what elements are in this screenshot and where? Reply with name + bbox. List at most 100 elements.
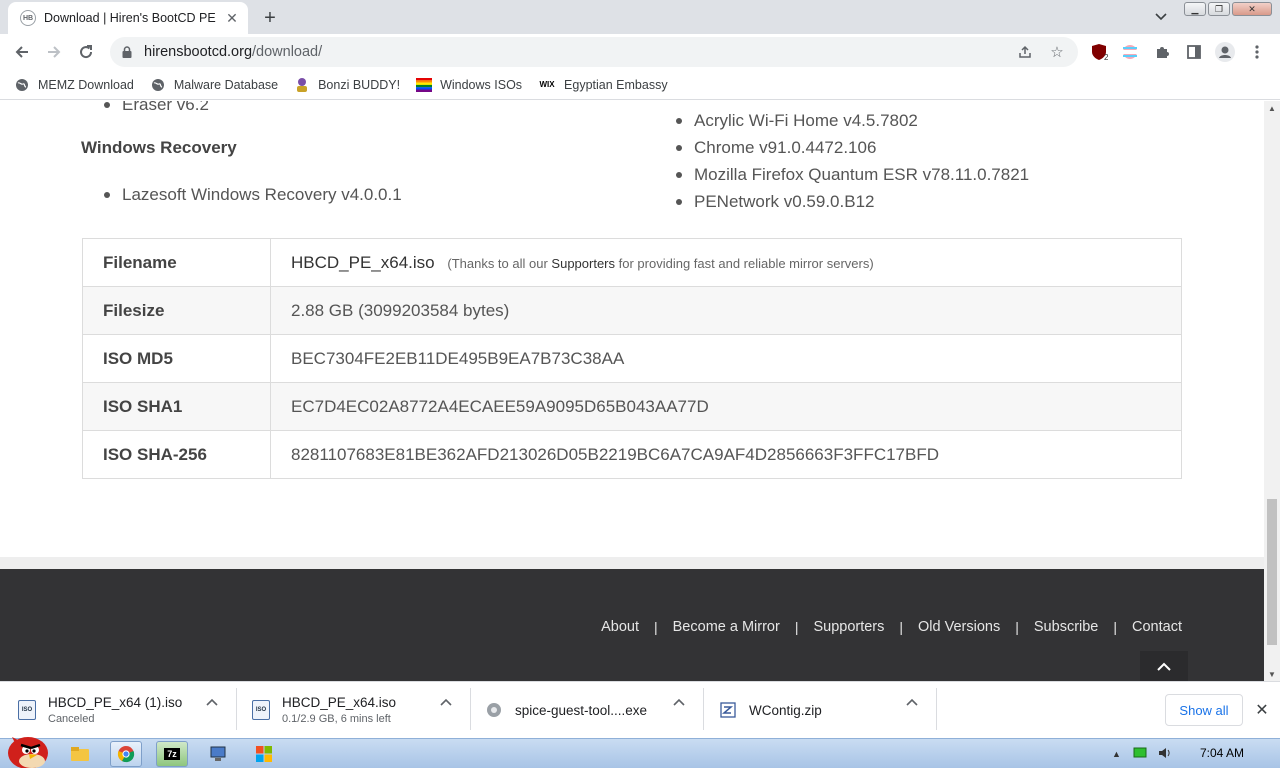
bookmark-memz[interactable]: MEMZ Download	[14, 77, 134, 93]
close-shelf-icon[interactable]: ✕	[1252, 700, 1272, 720]
lock-icon[interactable]	[122, 46, 132, 58]
bookmark-label: Windows ISOs	[440, 77, 523, 92]
show-hidden-icons-icon[interactable]: ▲	[1112, 749, 1121, 759]
page-viewport: Eraser v6.2 Windows Recovery Lazesoft Wi…	[0, 101, 1264, 681]
footer-separator: |	[1015, 619, 1019, 635]
list-item: PENetwork v0.59.0.B12	[676, 188, 1029, 215]
bookmark-malware-database[interactable]: Malware Database	[150, 77, 278, 93]
scroll-up-arrow-icon[interactable]: ▲	[1264, 101, 1280, 115]
page-scrollbar[interactable]: ▲ ▼	[1264, 101, 1280, 681]
new-tab-button[interactable]: +	[258, 6, 282, 30]
footer-divider	[0, 557, 1264, 569]
footer-link-supporters[interactable]: Supporters	[813, 619, 884, 635]
close-tab-icon[interactable]: ✕	[224, 10, 240, 26]
download-item[interactable]: spice-guest-tool....exe	[485, 690, 647, 730]
share-icon[interactable]	[1016, 43, 1034, 61]
show-all-downloads-button[interactable]: Show all	[1165, 694, 1243, 726]
filename-link[interactable]: HBCD_PE_x64.iso	[291, 253, 435, 272]
ublock-extension-icon[interactable]: 2	[1088, 41, 1110, 63]
close-window-button[interactable]: ✕	[1232, 2, 1272, 16]
iso-file-icon: ISO	[252, 700, 270, 720]
download-separator	[703, 688, 704, 730]
windows-taskbar: 7z ▲ 7:04 AM	[0, 737, 1280, 768]
bookmark-windows-isos[interactable]: Windows ISOs	[416, 77, 522, 93]
bookmark-label: Egyptian Embassy	[564, 77, 668, 92]
chrome-icon[interactable]	[110, 741, 142, 767]
address-bar[interactable]: hirensbootcd.org/download/ ☆	[110, 37, 1078, 67]
download-item[interactable]: ISO HBCD_PE_x64 (1).iso Canceled	[18, 690, 182, 730]
footer-link-subscribe[interactable]: Subscribe	[1034, 619, 1098, 635]
list-item: Chrome v91.0.4472.106	[676, 134, 1029, 161]
md5-label: ISO MD5	[82, 334, 271, 383]
hbcd-favicon-icon: HB	[20, 10, 36, 26]
volume-icon[interactable]	[1157, 746, 1171, 763]
download-separator	[936, 688, 937, 730]
bookmark-bonzi-buddy[interactable]: Bonzi BUDDY!	[294, 77, 400, 93]
table-row: Filesize 2.88 GB (3099203584 bytes)	[82, 286, 1182, 335]
system-tray: ▲	[1112, 743, 1171, 765]
download-options-chevron-icon[interactable]	[438, 694, 454, 710]
footer-link-become-a-mirror[interactable]: Become a Mirror	[673, 619, 780, 635]
back-button[interactable]	[8, 38, 36, 66]
footer-link-about[interactable]: About	[601, 619, 639, 635]
forward-button[interactable]	[40, 38, 68, 66]
globe-icon	[150, 77, 166, 93]
tab-title: Download | Hiren's BootCD PE	[44, 11, 216, 25]
reload-button[interactable]	[72, 38, 100, 66]
side-panel-icon[interactable]	[1183, 41, 1205, 63]
table-row: Filename HBCD_PE_x64.iso (Thanks to all …	[82, 238, 1182, 287]
chrome-menu-icon[interactable]	[1246, 41, 1268, 63]
restore-button[interactable]: ❐	[1208, 2, 1230, 16]
windows-app-icon[interactable]	[248, 741, 280, 767]
section-heading-windows-recovery: Windows Recovery	[81, 138, 237, 157]
thanks-note: (Thanks to all our Supporters for provid…	[447, 255, 874, 271]
supporters-link[interactable]: Supporters	[551, 256, 615, 271]
wix-icon: WIX	[539, 80, 555, 89]
back-to-top-button[interactable]	[1140, 651, 1188, 681]
taskbar-clock[interactable]: 7:04 AM	[1200, 746, 1244, 760]
tab-active[interactable]: HB Download | Hiren's BootCD PE ✕	[8, 2, 248, 34]
sha1-label: ISO SHA1	[82, 382, 271, 431]
scroll-down-arrow-icon[interactable]: ▼	[1264, 667, 1280, 681]
scrollbar-thumb[interactable]	[1267, 499, 1277, 645]
file-info-table: Filename HBCD_PE_x64.iso (Thanks to all …	[82, 238, 1182, 479]
list-item: Lazesoft Windows Recovery v4.0.0.1	[104, 181, 402, 208]
bookmark-egyptian-embassy[interactable]: WIX Egyptian Embassy	[538, 77, 668, 93]
download-options-chevron-icon[interactable]	[671, 694, 687, 710]
footer-link-contact[interactable]: Contact	[1132, 619, 1182, 635]
tab-search-chevron-icon[interactable]	[1150, 6, 1172, 28]
bookmark-star-icon[interactable]: ☆	[1048, 43, 1066, 61]
download-separator	[236, 688, 237, 730]
footer-link-old-versions[interactable]: Old Versions	[918, 619, 1000, 635]
exe-file-icon	[485, 701, 503, 719]
globe-icon	[14, 77, 30, 93]
minimize-button[interactable]: ▁	[1184, 2, 1206, 16]
download-name: WContig.zip	[749, 702, 822, 718]
profile-avatar-icon[interactable]	[1214, 41, 1236, 63]
site-footer: About | Become a Mirror | Supporters | O…	[0, 569, 1264, 681]
filesize-label: Filesize	[82, 286, 271, 335]
bookmark-label: Malware Database	[173, 77, 279, 92]
svg-text:2: 2	[1104, 53, 1108, 61]
footer-separator: |	[794, 619, 799, 635]
download-status: 0.1/2.9 GB, 6 mins left	[282, 713, 391, 725]
download-item[interactable]: ISO HBCD_PE_x64.iso 0.1/2.9 GB, 6 mins l…	[252, 690, 396, 730]
download-options-chevron-icon[interactable]	[204, 694, 220, 710]
extensions-puzzle-icon[interactable]	[1151, 41, 1173, 63]
footer-separator: |	[1113, 619, 1118, 635]
explorer-icon[interactable]	[64, 741, 96, 767]
rainbow-flag-icon	[416, 77, 433, 93]
download-item[interactable]: WContig.zip	[719, 690, 822, 730]
start-button-angry-bird-icon[interactable]	[4, 731, 50, 768]
7zip-icon[interactable]: 7z	[156, 741, 188, 767]
download-options-chevron-icon[interactable]	[904, 694, 920, 710]
pride-extension-icon[interactable]	[1119, 41, 1141, 63]
network-status-icon[interactable]	[1133, 747, 1147, 762]
page-content: Eraser v6.2 Windows Recovery Lazesoft Wi…	[0, 101, 1264, 681]
network-app-icon[interactable]	[202, 741, 234, 767]
download-shelf: ISO HBCD_PE_x64 (1).iso Canceled ISO HBC…	[0, 681, 1280, 738]
list-item: Acrylic Wi-Fi Home v4.5.7802	[676, 107, 1029, 134]
bookmark-label: MEMZ Download	[38, 77, 134, 92]
browser-toolbar: hirensbootcd.org/download/ ☆ 2	[0, 34, 1280, 70]
bookmark-label: Bonzi BUDDY!	[318, 77, 401, 92]
